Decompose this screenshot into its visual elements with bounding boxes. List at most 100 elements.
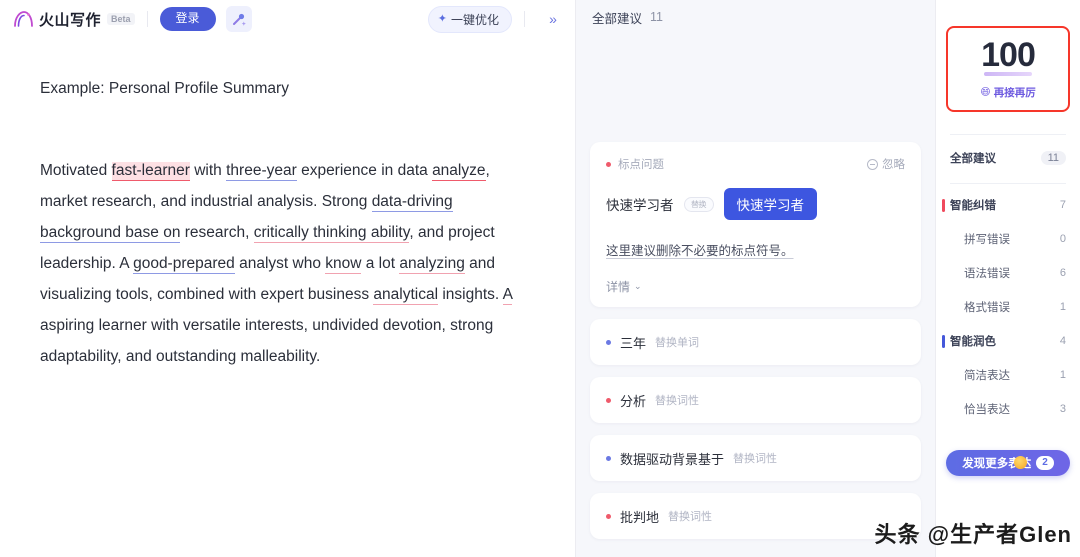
suggestion-mini-cards: 三年 替换单词 分析 替换词性 数据驱动背景基于 替换词性 批判地 替换词性 [590, 319, 921, 539]
replace-arrow-icon: 替换 [683, 196, 714, 212]
suggestion-list-item[interactable]: 分析 替换词性 [590, 377, 921, 423]
category-row-4[interactable]: 格式错误 1 [936, 290, 1080, 324]
category-count: 4 [1059, 335, 1066, 347]
card-detail-toggle[interactable]: 详情 ⌄ [606, 278, 905, 295]
discover-more-button[interactable]: 发现更多表达 2 [946, 450, 1070, 476]
ignore-button[interactable]: 忽略 [867, 156, 905, 172]
card-top-row: 标点问题 忽略 [606, 156, 905, 172]
one-click-optimize-button[interactable]: ✦ 一键优化 [427, 5, 512, 33]
suggestions-list: 标点问题 忽略 快速学习者 替换 快速学习者 这里建议删除不必要的标点符号。 详… [576, 142, 935, 539]
score-box: 100 😄 再接再厉 [946, 26, 1070, 112]
chevron-down-icon: ⌄ [634, 281, 642, 291]
document-text-run: insights. [438, 286, 503, 304]
highlighted-phrase[interactable]: good-prepared [133, 255, 235, 275]
original-text: 快速学习者 [606, 198, 674, 213]
highlighted-phrase[interactable]: A [502, 286, 513, 306]
optimize-label: 一键优化 [450, 12, 499, 27]
document-text-run: a lot [361, 255, 400, 273]
document-text-run: Motivated [40, 162, 112, 180]
highlighted-phrase[interactable]: three-year [226, 162, 297, 182]
highlight-dot-icon [1014, 456, 1027, 469]
collapse-panel-icon[interactable]: » [541, 7, 565, 31]
watermark: 头条 @生产者Glen [874, 522, 1072, 547]
score-label-text: 再接再厉 [993, 87, 1036, 99]
suggestions-header-label: 全部建议 [592, 11, 643, 26]
category-count: 11 [1040, 151, 1066, 165]
category-name: 语法错误 [964, 268, 1010, 280]
category-count: 1 [1059, 301, 1066, 313]
category-count: 1 [1059, 369, 1066, 381]
category-row-7[interactable]: 恰当表达 3 [936, 392, 1080, 426]
highlighted-phrase[interactable]: analytical [373, 286, 439, 306]
login-button[interactable]: 登录 [159, 7, 216, 31]
suggestion-word: 批判地 [620, 509, 660, 525]
category-row-0[interactable]: 全部建议 11 [936, 141, 1080, 175]
smile-emoji-icon: 😄 [980, 87, 991, 98]
magic-wand-icon[interactable] [225, 6, 252, 32]
score-value: 100 [981, 36, 1036, 76]
toolbar-divider [146, 11, 148, 27]
category-name: 拼写错误 [964, 234, 1010, 246]
document-paragraph: Motivated fast-learner with three-year e… [40, 155, 535, 372]
category-name: 全部建议 [950, 153, 996, 165]
suggestion-card-punctuation[interactable]: 标点问题 忽略 快速学习者 替换 快速学习者 这里建议删除不必要的标点符号。 详… [590, 142, 921, 307]
type-dot-icon [606, 397, 611, 403]
suggestion-word: 数据驱动背景基于 [620, 451, 725, 467]
brand-name: 火山写作 [39, 11, 102, 29]
suggestion-list-item[interactable]: 批判地 替换词性 [590, 493, 921, 539]
suggestions-pane: 全部建议 11 标点问题 忽略 快速学习者 替换 快速学习者 这里建议删除不必要… [576, 0, 936, 557]
category-name: 格式错误 [964, 302, 1010, 314]
category-name: 智能纠错 [950, 200, 996, 212]
suggestion-tag: 替换词性 [668, 511, 713, 523]
ignore-label: 忽略 [882, 159, 905, 171]
highlighted-phrase[interactable]: analyzing [399, 255, 465, 275]
app-root: 火山写作 Beta 登录 ✦ 一键优化 » Example: Personal [0, 0, 1080, 557]
suggestion-tag: 替换词性 [655, 395, 700, 407]
document-body[interactable]: Example: Personal Profile Summary Motiva… [0, 38, 575, 372]
category-list: 全部建议 11 智能纠错 7 拼写错误 0 语法错误 6 格式错误 1 智能润色 4 简洁表达 1 恰当表达… [936, 141, 1080, 426]
suggestions-header: 全部建议 11 [576, 0, 935, 34]
sparkle-icon: ✦ [437, 12, 447, 25]
document-text-run: with [189, 162, 227, 180]
highlighted-phrase[interactable]: know [325, 255, 362, 275]
replacement-row: 快速学习者 替换 快速学习者 [606, 188, 905, 220]
type-dot-icon [606, 339, 611, 345]
suggestion-tag: 替换单词 [655, 337, 700, 349]
category-row-1[interactable]: 智能纠错 7 [936, 188, 1080, 222]
type-dot-icon [606, 161, 611, 167]
highlighted-phrase[interactable]: critically thinking ability [253, 224, 410, 244]
toolbar-divider-2 [524, 11, 525, 27]
suggestion-word: 三年 [620, 335, 647, 351]
card-note: 这里建议删除不必要的标点符号。 [606, 240, 905, 260]
document-text-run: research, [180, 224, 254, 242]
ignore-icon [867, 158, 878, 170]
category-row-3[interactable]: 语法错误 6 [936, 256, 1080, 290]
editor-toolbar: 火山写作 Beta 登录 ✦ 一键优化 » [0, 0, 575, 38]
document-text-run: analyst who [234, 255, 326, 273]
type-dot-icon [606, 455, 611, 461]
document-text-run: experience in data [296, 162, 433, 180]
category-row-2[interactable]: 拼写错误 0 [936, 222, 1080, 256]
editor-pane: 火山写作 Beta 登录 ✦ 一键优化 » Example: Personal [0, 0, 576, 557]
sidebar-divider [950, 134, 1066, 135]
highlighted-phrase[interactable]: fast-learner [111, 162, 190, 182]
category-row-5[interactable]: 智能润色 4 [936, 324, 1080, 358]
discover-more-badge: 2 [1036, 456, 1054, 470]
highlighted-phrase[interactable]: analyze [432, 162, 486, 182]
apply-replacement-button[interactable]: 快速学习者 [723, 188, 817, 220]
category-indicator-bar [942, 199, 945, 212]
beta-tag: Beta [107, 13, 135, 25]
category-divider [950, 183, 1066, 184]
suggestion-list-item[interactable]: 数据驱动背景基于 替换词性 [590, 435, 921, 481]
brand: 火山写作 Beta [12, 9, 135, 30]
category-count: 7 [1059, 199, 1066, 211]
category-row-6[interactable]: 简洁表达 1 [936, 358, 1080, 392]
card-detail-label: 详情 [606, 280, 631, 294]
category-count: 0 [1059, 233, 1066, 245]
type-dot-icon [606, 513, 611, 519]
category-count: 6 [1059, 267, 1066, 279]
card-type-label: 标点问题 [618, 159, 664, 171]
suggestion-list-item[interactable]: 三年 替换单词 [590, 319, 921, 365]
suggestion-tag: 替换词性 [733, 453, 778, 465]
card-note-text: 这里建议删除不必要的标点符号。 [606, 244, 794, 258]
